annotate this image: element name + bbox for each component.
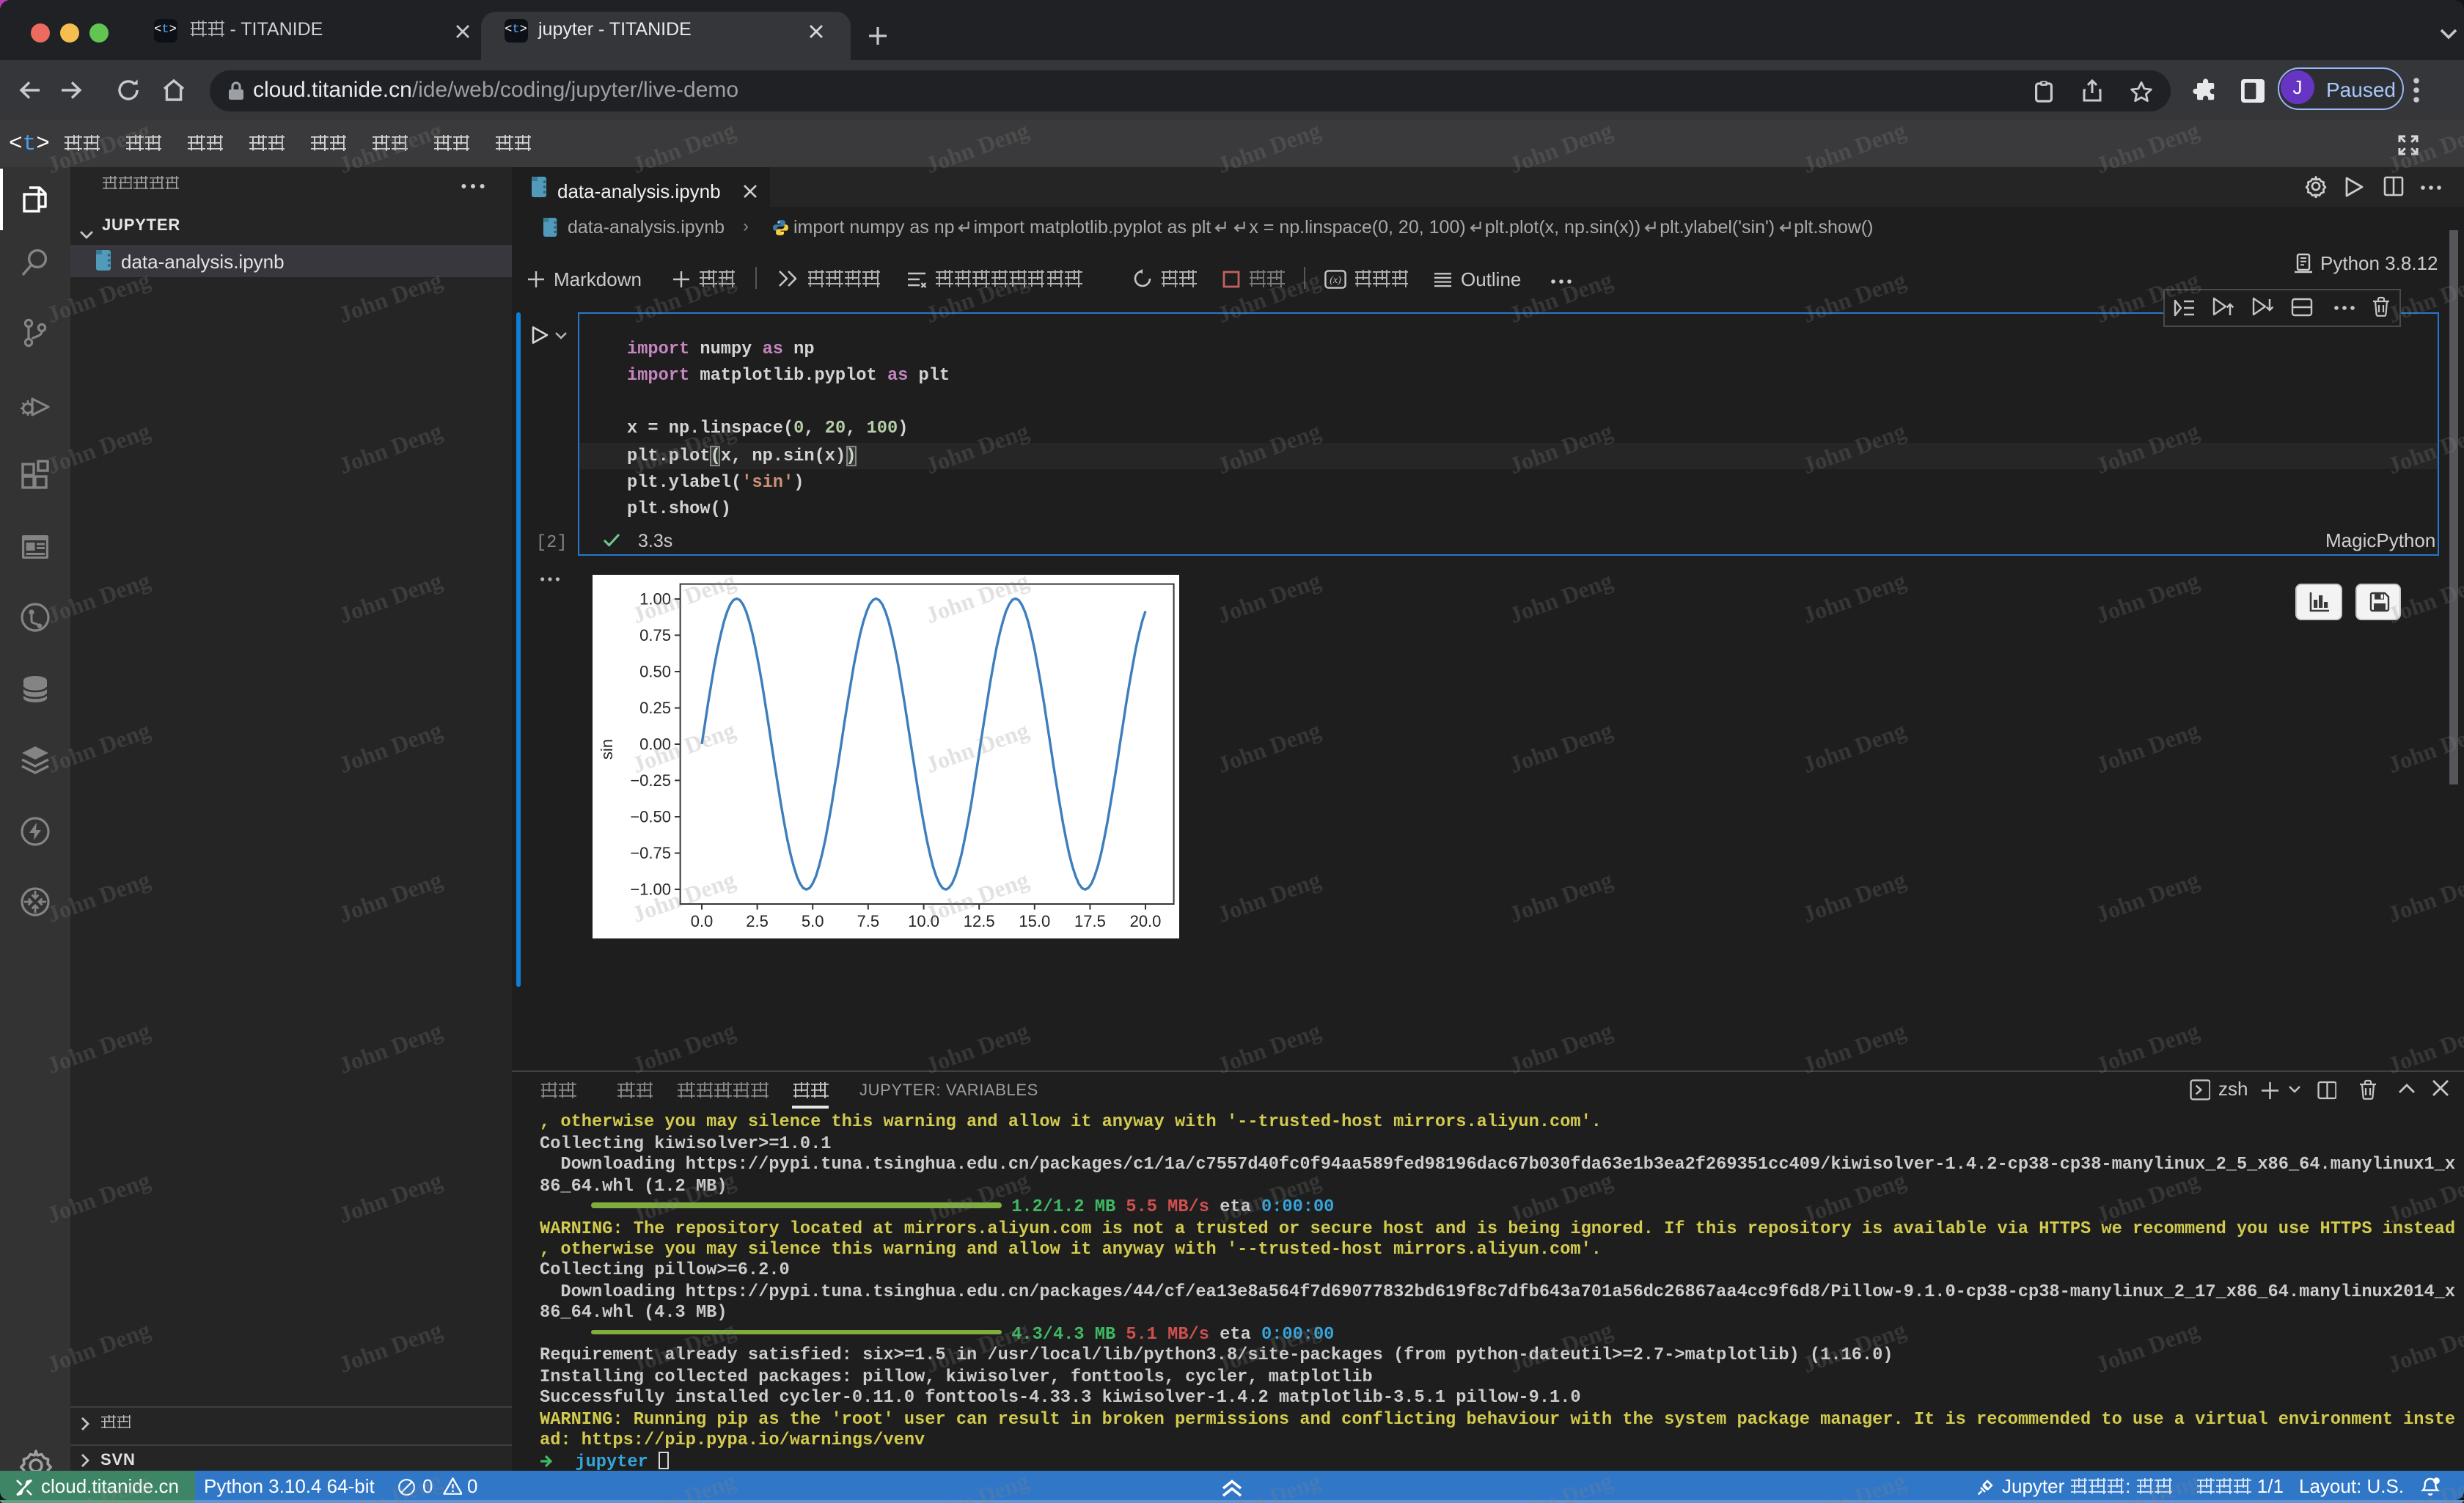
svg-text:sin: sin <box>597 739 615 760</box>
svg-text:0.00: 0.00 <box>639 735 670 754</box>
svg-text:−1.00: −1.00 <box>629 881 670 899</box>
svg-text:12.5: 12.5 <box>963 912 994 930</box>
svg-text:0.75: 0.75 <box>639 626 670 644</box>
svg-text:0.50: 0.50 <box>639 663 670 681</box>
svg-text:17.5: 17.5 <box>1074 912 1105 930</box>
svg-text:−0.25: −0.25 <box>629 771 670 790</box>
svg-text:10.0: 10.0 <box>907 912 939 930</box>
svg-text:0.0: 0.0 <box>690 912 713 930</box>
svg-text:2.5: 2.5 <box>745 912 768 930</box>
svg-text:15.0: 15.0 <box>1018 912 1049 930</box>
svg-text:7.5: 7.5 <box>857 912 879 930</box>
svg-text:−0.75: −0.75 <box>629 844 670 862</box>
svg-text:−0.50: −0.50 <box>629 808 670 826</box>
svg-text:20.0: 20.0 <box>1129 912 1161 930</box>
svg-text:5.0: 5.0 <box>801 912 824 930</box>
svg-text:1.00: 1.00 <box>639 590 670 609</box>
svg-text:(x): (x) <box>1329 274 1341 285</box>
svg-text:0.25: 0.25 <box>639 699 670 717</box>
